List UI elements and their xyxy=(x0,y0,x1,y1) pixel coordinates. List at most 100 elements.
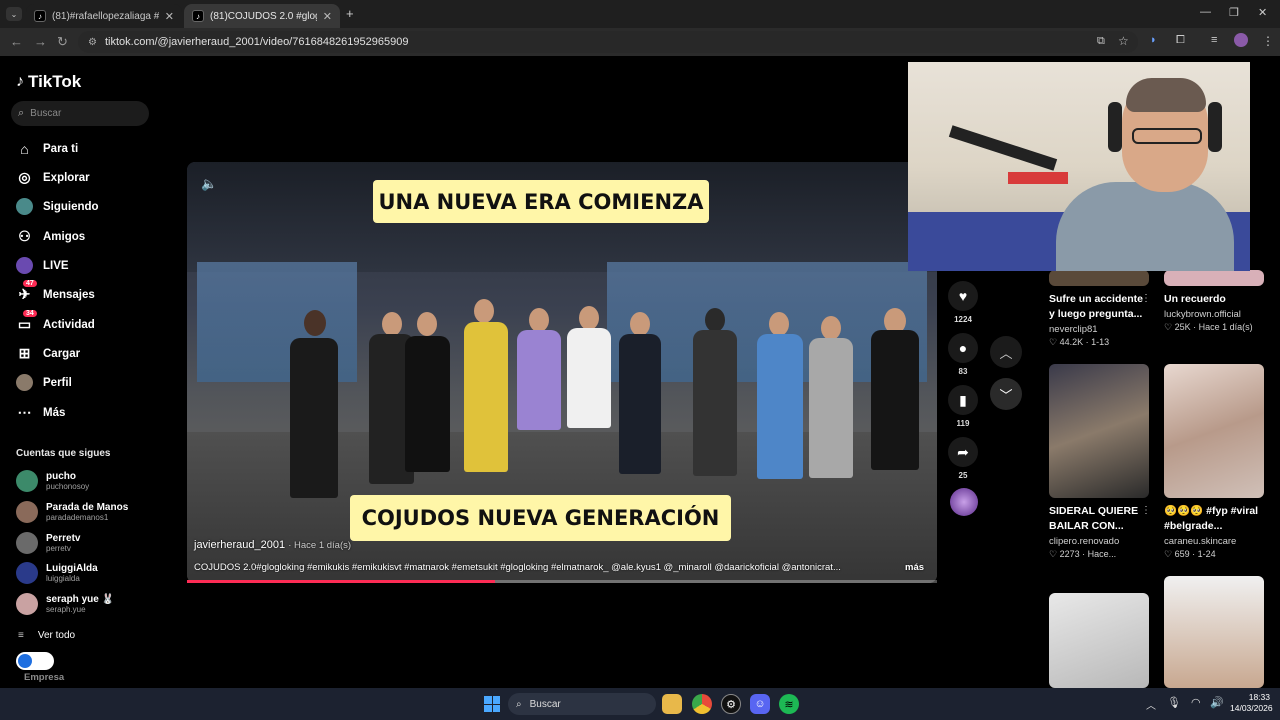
like-action[interactable]: ♥ 1224 xyxy=(948,281,978,324)
video-time: · Hace 1 día(s) xyxy=(288,540,352,551)
browser-tab-1[interactable]: ♪ (81)#rafaellopezaliaga #politica ✕ xyxy=(26,4,182,28)
spotify-icon[interactable]: ≋ xyxy=(779,694,799,714)
video-player[interactable]: UNA NUEVA ERA COMIENZA COJUDOS NUEVA GEN… xyxy=(187,162,937,583)
nav-siguiendo[interactable]: Siguiendo xyxy=(16,198,99,215)
person-head xyxy=(579,306,599,330)
video-thumbnail[interactable] xyxy=(1164,576,1264,688)
nav-live[interactable]: LIVE xyxy=(16,257,69,274)
nav-para-ti[interactable]: ⌂ Para ti xyxy=(16,140,78,157)
close-window-icon[interactable]: ✕ xyxy=(1258,6,1267,19)
install-app-icon[interactable]: ⧉ xyxy=(1097,35,1105,48)
reading-list-icon[interactable]: ≡ xyxy=(1211,34,1217,46)
wifi-icon[interactable]: ◠ xyxy=(1191,696,1201,709)
nav-amigos[interactable]: ⚇ Amigos xyxy=(16,228,85,245)
new-tab-icon[interactable]: + xyxy=(346,6,354,21)
nav-cargar[interactable]: ⊞ Cargar xyxy=(16,345,80,362)
windows-start-icon[interactable] xyxy=(484,696,500,712)
nav-actividad[interactable]: ▭ 34 Actividad xyxy=(16,310,95,333)
video-author-line[interactable]: javierheraud_2001 · Hace 1 día(s) xyxy=(194,539,351,551)
bookmark-star-icon[interactable]: ☆ xyxy=(1118,34,1129,48)
profile-avatar-icon[interactable] xyxy=(1234,33,1248,47)
card-menu-icon[interactable]: ⋮ xyxy=(1141,293,1151,304)
video-thumbnail[interactable] xyxy=(1164,364,1264,498)
close-tab-icon[interactable]: ✕ xyxy=(165,10,174,23)
discord-icon[interactable]: ☺ xyxy=(750,694,770,714)
tiktok-logo[interactable]: ♪ TikTok xyxy=(16,72,81,92)
file-explorer-icon[interactable] xyxy=(662,694,682,714)
chrome-icon[interactable] xyxy=(692,694,712,714)
nav-label: Amigos xyxy=(43,230,86,243)
nav-explorar[interactable]: ◎ Explorar xyxy=(16,169,89,186)
share-action[interactable]: ➦ 25 xyxy=(948,437,978,480)
follow-name: Perretv xyxy=(46,533,81,544)
nav-mas[interactable]: ⋯ Más xyxy=(16,404,66,421)
recommended-video-card[interactable]: Un recuerdo luckybrown.official ♡ 25K · … xyxy=(1164,270,1264,333)
comment-icon[interactable]: ● xyxy=(948,333,978,363)
recommended-video-card[interactable]: SIDERAL QUIERE BAILAR CON... clipero.ren… xyxy=(1049,364,1149,560)
card-author[interactable]: caraneu.skincare xyxy=(1164,536,1264,547)
heart-icon[interactable]: ♥ xyxy=(948,281,978,311)
following-item[interactable]: Parada de Manos paradademanos1 xyxy=(16,501,128,523)
video-thumbnail[interactable] xyxy=(1049,593,1149,688)
following-item[interactable]: seraph yue 🐰 seraph.yue xyxy=(16,593,114,615)
taskbar-search[interactable]: ⌕ Buscar xyxy=(508,693,656,715)
video-progress-bar[interactable] xyxy=(187,580,937,583)
avatar xyxy=(16,593,38,615)
toggle-switch[interactable] xyxy=(16,652,54,670)
site-info-icon[interactable]: ⚙ xyxy=(88,37,97,48)
person xyxy=(809,338,853,478)
heart-icon: ♡ xyxy=(1049,549,1060,559)
card-author[interactable]: luckybrown.official xyxy=(1164,309,1264,320)
follow-name: Parada de Manos xyxy=(46,502,129,513)
video-thumbnail[interactable] xyxy=(1049,364,1149,498)
tab-list-chevron-icon[interactable]: ⌄ xyxy=(6,7,22,21)
card-author[interactable]: neverclip81 xyxy=(1049,324,1149,335)
microphone-icon[interactable]: 🎙 xyxy=(1167,696,1181,709)
search-input[interactable]: ⌕ Buscar xyxy=(11,101,149,126)
restore-icon[interactable]: ❐ xyxy=(1229,6,1239,19)
following-item[interactable]: pucho puchonosoy xyxy=(16,470,89,492)
steam-icon[interactable]: ⚙ xyxy=(721,694,741,714)
audio-icon[interactable]: ◗ xyxy=(1150,34,1157,46)
share-icon[interactable]: ➦ xyxy=(948,437,978,467)
forward-icon[interactable]: → xyxy=(34,34,47,49)
bookmark-icon[interactable]: ▮ xyxy=(948,385,978,415)
save-action[interactable]: ▮ 119 xyxy=(948,385,978,428)
recommended-video-card[interactable]: Sufre un accidente y luego pregunta... n… xyxy=(1049,270,1149,348)
recommended-video-card[interactable]: 🥺🥺🥺 #fyp #viral #belgrade... caraneu.ski… xyxy=(1164,364,1264,560)
extensions-icon[interactable]: ⧠ xyxy=(1176,34,1185,47)
video-thumbnail[interactable] xyxy=(1049,270,1149,286)
video-thumbnail[interactable] xyxy=(1164,270,1264,286)
video-author[interactable]: javierheraud_2001 xyxy=(194,539,285,551)
following-item[interactable]: Perretv perretv xyxy=(16,532,80,554)
volume-icon[interactable]: 🔊 xyxy=(1210,696,1224,709)
person xyxy=(757,334,803,479)
next-video-icon[interactable]: ﹀ xyxy=(990,378,1022,410)
url-field[interactable]: ⚙ tiktok.com/@javierheraud_2001/video/76… xyxy=(78,31,1138,53)
webcam-headphone xyxy=(1108,102,1122,152)
mute-icon[interactable]: 🔈 xyxy=(201,176,217,192)
tray-chevron-icon[interactable]: ︿ xyxy=(1146,697,1156,712)
see-all-link[interactable]: ≡ Ver todo xyxy=(18,630,75,641)
comment-action[interactable]: ● 83 xyxy=(948,333,978,376)
following-item[interactable]: LuiggiAlda luiggialda xyxy=(16,562,98,584)
following-section-title: Cuentas que sigues xyxy=(16,448,111,459)
card-author[interactable]: clipero.renovado xyxy=(1049,536,1149,547)
avatar-icon xyxy=(16,198,33,215)
previous-video-icon[interactable]: ︿ xyxy=(990,336,1022,368)
sound-disc-icon[interactable] xyxy=(950,488,978,516)
person-head xyxy=(821,316,841,340)
reload-icon[interactable]: ↻ xyxy=(57,34,68,50)
browser-tab-2[interactable]: ♪ (81)COJUDOS 2.0 #glogloking ✕ xyxy=(184,4,340,28)
card-menu-icon[interactable]: ⋮ xyxy=(1141,505,1151,516)
menu-kebab-icon[interactable]: ⋮ xyxy=(1262,34,1274,48)
close-tab-icon[interactable]: ✕ xyxy=(323,10,332,23)
taskbar-clock[interactable]: 18:33 14/03/2026 xyxy=(1230,692,1273,714)
more-link[interactable]: más xyxy=(905,562,924,573)
nav-mensajes[interactable]: ✈ 47 Mensajes xyxy=(16,280,95,303)
nav-label: Perfil xyxy=(43,376,72,389)
back-icon[interactable]: ← xyxy=(10,34,23,49)
company-link[interactable]: Empresa xyxy=(24,672,64,683)
minimize-icon[interactable]: — xyxy=(1200,6,1211,18)
nav-perfil[interactable]: Perfil xyxy=(16,374,72,391)
